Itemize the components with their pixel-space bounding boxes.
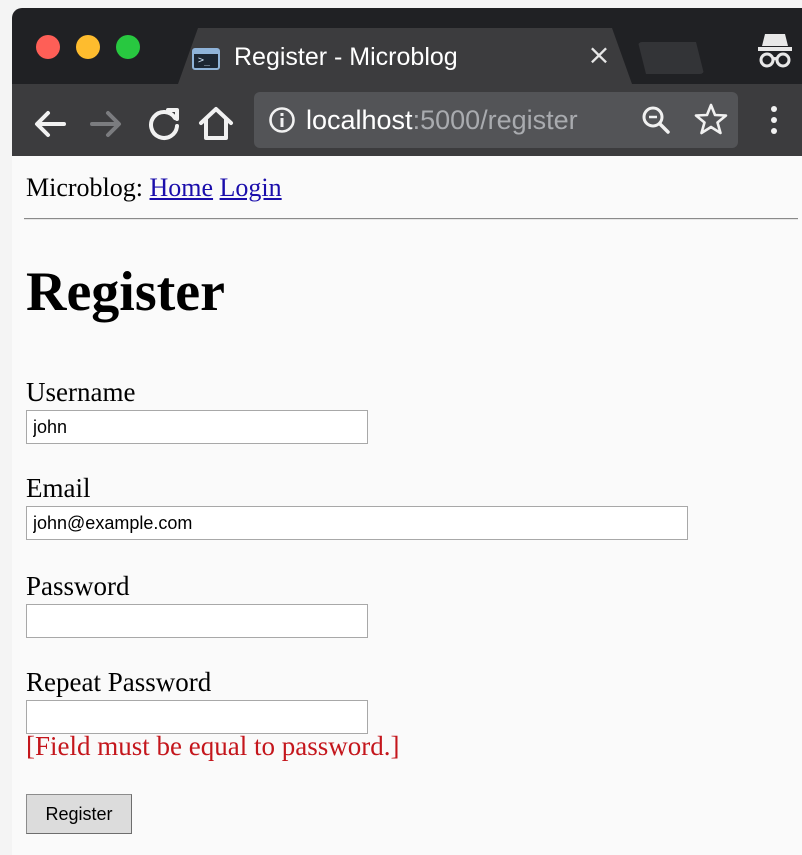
terminal-icon: >_ (192, 48, 220, 70)
incognito-icon (758, 34, 792, 68)
username-label: Username (26, 377, 136, 407)
minimize-window-button[interactable] (76, 35, 100, 59)
password-label: Password (26, 571, 130, 601)
zoom-icon[interactable] (640, 104, 672, 136)
new-tab-button[interactable] (638, 42, 704, 74)
tab-strip: >_ Register - Microblog × (12, 8, 802, 84)
nav-link-home[interactable]: Home (150, 173, 214, 202)
tab-close-button[interactable]: × (584, 38, 614, 72)
url-path: :5000/register (412, 105, 578, 135)
back-arrow-icon[interactable] (30, 104, 70, 144)
url-host: localhost (306, 105, 413, 135)
home-icon[interactable] (196, 104, 236, 144)
brand-text: Microblog: (26, 173, 143, 202)
nav-link-login[interactable]: Login (220, 173, 282, 202)
register-button[interactable]: Register (26, 794, 132, 834)
forward-arrow-icon[interactable] (86, 104, 126, 144)
url-text[interactable]: localhost:5000/register (306, 102, 578, 138)
repeat-password-error: [Field must be equal to password.] (26, 731, 400, 761)
close-window-button[interactable] (36, 35, 60, 59)
page-title: Register (26, 261, 226, 323)
site-nav: Microblog: Home Login (26, 172, 282, 204)
username-input[interactable] (26, 410, 368, 444)
repeat-password-label: Repeat Password (26, 667, 212, 697)
maximize-window-button[interactable] (116, 35, 140, 59)
reload-icon[interactable] (144, 104, 184, 144)
menu-icon[interactable] (764, 102, 784, 138)
password-input[interactable] (26, 604, 368, 638)
star-icon[interactable] (694, 102, 728, 136)
email-label: Email (26, 473, 91, 503)
info-icon[interactable] (268, 106, 296, 134)
tab-title: Register - Microblog (234, 43, 458, 71)
page-content: Microblog: Home Login Register Username … (12, 156, 802, 855)
browser-window: >_ Register - Microblog × localhost:5000… (12, 8, 802, 855)
divider (24, 218, 798, 220)
repeat-password-input[interactable] (26, 700, 368, 734)
email-input[interactable] (26, 506, 688, 540)
